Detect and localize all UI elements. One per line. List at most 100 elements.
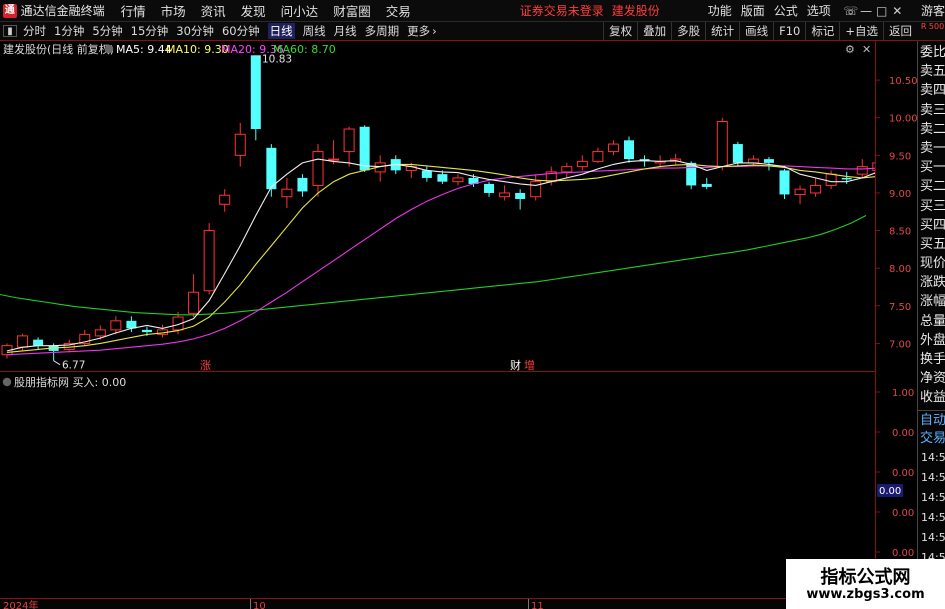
candle[interactable] — [79, 329, 91, 346]
candle[interactable] — [530, 174, 542, 201]
draw-line-button[interactable]: 画线 — [739, 21, 773, 41]
sidebar-item[interactable]: 交易 — [918, 429, 945, 448]
menu-zixun[interactable]: 资讯 — [201, 1, 226, 20]
trade-login-notice[interactable]: 证券交易未登录 — [520, 2, 604, 19]
period-multi[interactable]: 多周期 — [365, 23, 400, 39]
menu-gongshi[interactable]: 公式 — [774, 2, 798, 19]
indicator-toggle-icon[interactable] — [2, 377, 12, 387]
indicator-panel[interactable]: 股朋指标网 买入: 0.00 — [0, 372, 875, 598]
candle[interactable] — [250, 55, 261, 141]
sidebar-item[interactable]: 自动 — [918, 409, 945, 429]
menu-gongneng[interactable]: 功能 — [708, 2, 732, 19]
marker-zhang[interactable]: 涨 — [200, 359, 211, 372]
chart-close-icon[interactable]: ✕ — [862, 43, 871, 56]
menu-hangqing[interactable]: 行情 — [121, 1, 146, 20]
candle[interactable] — [794, 185, 806, 205]
fuquan-button[interactable]: 复权 — [603, 21, 637, 41]
candle[interactable] — [1, 343, 13, 359]
candle[interactable] — [157, 324, 168, 338]
period-more[interactable]: 更多 — [407, 23, 430, 39]
candle[interactable] — [33, 337, 44, 350]
period-daily[interactable]: 日线 — [267, 23, 295, 39]
candle[interactable] — [670, 153, 682, 165]
sidebar-item[interactable]: 委比 — [918, 43, 945, 62]
panel-toggle-icon[interactable]: ▮ — [3, 25, 17, 37]
sidebar-item[interactable]: 卖一 — [918, 139, 945, 158]
sidebar-item[interactable]: 涨跌 — [918, 273, 945, 292]
period-30min[interactable]: 30分钟 — [176, 23, 214, 39]
menu-xuanxiang[interactable]: 选项 — [807, 2, 831, 19]
marker-zeng[interactable]: 增 — [524, 358, 535, 372]
close-icon[interactable]: ✕ — [889, 4, 905, 18]
candle[interactable] — [312, 144, 324, 197]
sidebar-item[interactable]: 收益 — [918, 388, 945, 407]
sidebar-item[interactable]: 总量 — [918, 312, 945, 331]
candle[interactable] — [561, 162, 573, 178]
candle[interactable] — [266, 144, 277, 197]
sidebar-item[interactable]: 卖四 — [918, 81, 945, 100]
user-guest[interactable]: 游客 — [921, 2, 945, 19]
sidebar-item[interactable]: 涨幅 — [918, 292, 945, 311]
sidebar-item[interactable]: 现价 — [918, 254, 945, 273]
sidebar-item[interactable]: 买五 — [918, 235, 945, 254]
candle[interactable] — [281, 177, 293, 209]
settings-gear-icon[interactable]: ⚙ — [845, 43, 855, 56]
candle[interactable] — [203, 223, 215, 295]
corner-badge[interactable]: R 500 — [920, 22, 945, 41]
sidebar-item[interactable]: 净资 — [918, 369, 945, 388]
candle[interactable] — [374, 155, 386, 182]
candle[interactable] — [63, 339, 75, 353]
candle[interactable] — [343, 126, 355, 167]
stats-button[interactable]: 统计 — [705, 21, 739, 41]
candle[interactable] — [421, 166, 432, 182]
period-15min[interactable]: 15分钟 — [131, 23, 169, 39]
candle[interactable] — [716, 117, 728, 171]
menu-wenxiaoda[interactable]: 问小达 — [281, 1, 319, 20]
headset-icon[interactable]: ☏ — [843, 4, 859, 18]
period-1min[interactable]: 1分钟 — [54, 23, 84, 39]
maximize-icon[interactable]: □ — [874, 4, 890, 18]
candle[interactable] — [779, 168, 790, 199]
multi-stock-button[interactable]: 多股 — [671, 21, 705, 41]
candle[interactable] — [810, 177, 822, 197]
sidebar-item[interactable]: 买四 — [918, 216, 945, 235]
candle[interactable] — [297, 174, 308, 197]
sidebar-item[interactable]: 买一 — [918, 158, 945, 177]
add-watchlist-button[interactable]: +自选 — [839, 21, 883, 41]
sidebar-item[interactable]: 外盘 — [918, 331, 945, 350]
candle[interactable] — [592, 147, 604, 163]
menu-faxian[interactable]: 发现 — [241, 1, 266, 20]
candle[interactable] — [607, 140, 619, 156]
candle[interactable] — [219, 189, 231, 212]
f10-button[interactable]: F10 — [773, 21, 805, 41]
candle[interactable] — [188, 274, 200, 318]
menu-banmian[interactable]: 版面 — [741, 2, 765, 19]
menu-jiaoyi[interactable]: 交易 — [386, 1, 411, 20]
sidebar-item[interactable]: 卖二 — [918, 120, 945, 139]
sidebar-item[interactable]: 买三 — [918, 197, 945, 216]
legend-toggle-icon[interactable] — [104, 44, 114, 54]
candle[interactable] — [484, 181, 495, 197]
candle[interactable] — [515, 189, 526, 210]
period-fenshi[interactable]: 分时 — [23, 23, 46, 39]
sidebar-item[interactable]: 卖三 — [918, 101, 945, 120]
period-weekly[interactable]: 周线 — [303, 23, 326, 39]
chevron-right-icon[interactable]: › — [432, 24, 437, 38]
mark-button[interactable]: 标记 — [805, 21, 839, 41]
period-60min[interactable]: 60分钟 — [222, 23, 260, 39]
candle[interactable] — [576, 155, 588, 171]
back-button[interactable]: 返回 — [883, 21, 917, 41]
sidebar-item[interactable]: 换手 — [918, 350, 945, 369]
candle[interactable] — [452, 174, 464, 186]
kline-chart[interactable]: 建发股份(日线 前复权) MA5: 9.44 MA10: 9.30 MA20: … — [0, 41, 875, 372]
candle[interactable] — [234, 122, 246, 167]
period-monthly[interactable]: 月线 — [334, 23, 357, 39]
candle[interactable] — [701, 177, 712, 190]
notice-stock-name[interactable]: 建发股份 — [612, 2, 660, 19]
marker-cai[interactable]: 财 — [510, 358, 521, 372]
candle[interactable] — [624, 136, 634, 163]
menu-caifuquan[interactable]: 财富圈 — [333, 1, 371, 20]
period-5min[interactable]: 5分钟 — [92, 23, 122, 39]
sidebar-item[interactable]: 买二 — [918, 177, 945, 196]
menu-shichang[interactable]: 市场 — [161, 1, 186, 20]
